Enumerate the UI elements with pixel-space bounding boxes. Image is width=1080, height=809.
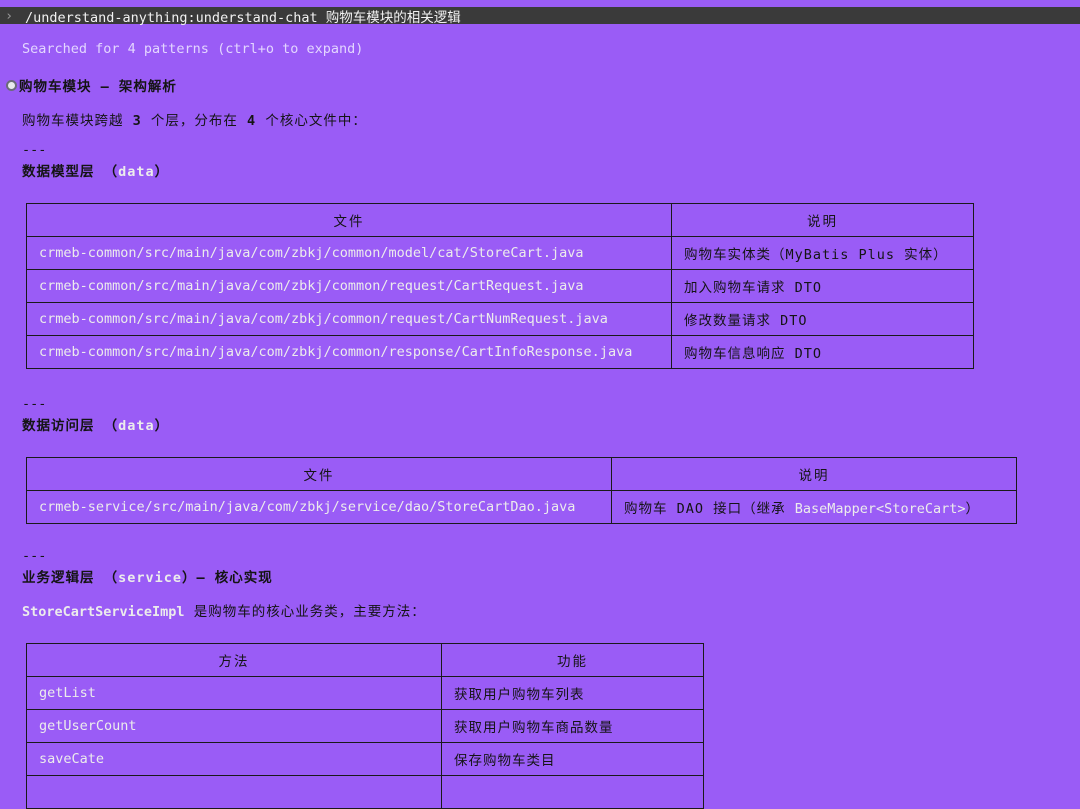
- separator-3: ---: [22, 548, 47, 564]
- method-cell: [26, 775, 442, 809]
- column-header: 方法: [26, 643, 442, 677]
- table-header-row: 方法 功能: [26, 643, 704, 677]
- intro-text: 购物车模块跨越 3 个层，分布在 4 个核心文件中：: [22, 109, 367, 129]
- intro-mid: 个层，分布在: [141, 113, 248, 129]
- file-count: 4: [247, 113, 257, 129]
- heading-suffix: ）— 核心实现: [182, 570, 273, 586]
- heading-suffix: ）: [154, 164, 170, 180]
- description-cell: 购物车实体类（MyBatis Plus 实体）: [671, 236, 974, 270]
- table-row: crmeb-common/src/main/java/com/zbkj/comm…: [26, 302, 974, 336]
- table-row: getUserCount 获取用户购物车商品数量: [26, 709, 704, 743]
- intro-pre: 购物车模块跨越: [22, 113, 133, 129]
- description-cell: 购物车信息响应 DTO: [671, 335, 974, 369]
- description-cell: 购物车 DAO 接口（继承 BaseMapper<StoreCart>）: [611, 490, 1017, 524]
- description-cell: 修改数量请求 DTO: [671, 302, 974, 336]
- section-heading-data-access: 数据访问层 （data）: [22, 414, 169, 434]
- heading-code: data: [118, 418, 155, 434]
- heading-prefix: 数据访问层 （: [22, 418, 119, 434]
- method-cell: getList: [26, 676, 442, 710]
- column-header: 说明: [611, 457, 1017, 491]
- prompt-caret-icon: ›: [5, 7, 14, 24]
- file-path-cell: crmeb-common/src/main/java/com/zbkj/comm…: [26, 236, 672, 270]
- heading-code: service: [118, 570, 183, 586]
- table-header-row: 文件 说明: [26, 203, 974, 237]
- search-status[interactable]: Searched for 4 patterns (ctrl+o to expan…: [22, 41, 363, 57]
- response-title-text: 购物车模块 — 架构解析: [19, 79, 177, 95]
- table-row: crmeb-common/src/main/java/com/zbkj/comm…: [26, 269, 974, 303]
- command-bar: › /understand-anything:understand-chat 购…: [0, 7, 1080, 26]
- column-header: 功能: [441, 643, 704, 677]
- separator-1: ---: [22, 142, 47, 158]
- method-cell: saveCate: [26, 742, 442, 776]
- file-path-cell: crmeb-common/src/main/java/com/zbkj/comm…: [26, 335, 672, 369]
- column-header: 文件: [26, 203, 672, 237]
- description-cell: 加入购物车请求 DTO: [671, 269, 974, 303]
- impl-class-name: StoreCartServiceImpl: [22, 604, 185, 620]
- file-path-cell: crmeb-service/src/main/java/com/zbkj/ser…: [26, 490, 612, 524]
- heading-code: data: [118, 164, 155, 180]
- table-row: crmeb-common/src/main/java/com/zbkj/comm…: [26, 236, 974, 270]
- file-path-cell: crmeb-common/src/main/java/com/zbkj/comm…: [26, 302, 672, 336]
- layer-count: 3: [132, 113, 142, 129]
- intro-post: 个核心文件中：: [256, 113, 367, 129]
- section-heading-service: 业务逻辑层 （service）— 核心实现: [22, 566, 273, 586]
- command-text: /understand-anything:understand-chat 购物车…: [25, 9, 461, 26]
- desc-pre: 购物车 DAO 接口（继承: [624, 501, 795, 517]
- desc-post: ）: [965, 501, 980, 517]
- service-impl-intro: StoreCartServiceImpl 是购物车的核心业务类，主要方法：: [22, 600, 426, 620]
- impl-desc: 是购物车的核心业务类，主要方法：: [184, 604, 426, 620]
- table-row: crmeb-service/src/main/java/com/zbkj/ser…: [26, 490, 1017, 524]
- desc-code: BaseMapper<StoreCart>: [794, 501, 966, 517]
- description-cell: 获取用户购物车商品数量: [441, 709, 704, 743]
- description-cell: 保存购物车类目: [441, 742, 704, 776]
- section-heading-data-model: 数据模型层 （data）: [22, 160, 169, 180]
- description-cell: [441, 775, 704, 809]
- bullet-icon: [6, 79, 17, 91]
- description-cell: 获取用户购物车列表: [441, 676, 704, 710]
- data-model-table: 文件 说明 crmeb-common/src/main/java/com/zbk…: [26, 203, 974, 369]
- column-header: 说明: [671, 203, 974, 237]
- separator-2: ---: [22, 396, 47, 412]
- column-header: 文件: [26, 457, 612, 491]
- heading-prefix: 数据模型层 （: [22, 164, 119, 180]
- table-header-row: 文件 说明: [26, 457, 1017, 491]
- table-row: crmeb-common/src/main/java/com/zbkj/comm…: [26, 335, 974, 369]
- response-title: 购物车模块 — 架构解析: [6, 75, 177, 95]
- data-access-table: 文件 说明 crmeb-service/src/main/java/com/zb…: [26, 457, 1017, 524]
- table-row: getList 获取用户购物车列表: [26, 676, 704, 710]
- file-path-cell: crmeb-common/src/main/java/com/zbkj/comm…: [26, 269, 672, 303]
- service-methods-table: 方法 功能 getList 获取用户购物车列表 getUserCount 获取用…: [26, 643, 704, 809]
- table-row: [26, 775, 704, 809]
- heading-prefix: 业务逻辑层 （: [22, 570, 119, 586]
- method-cell: getUserCount: [26, 709, 442, 743]
- table-row: saveCate 保存购物车类目: [26, 742, 704, 776]
- heading-suffix: ）: [154, 418, 170, 434]
